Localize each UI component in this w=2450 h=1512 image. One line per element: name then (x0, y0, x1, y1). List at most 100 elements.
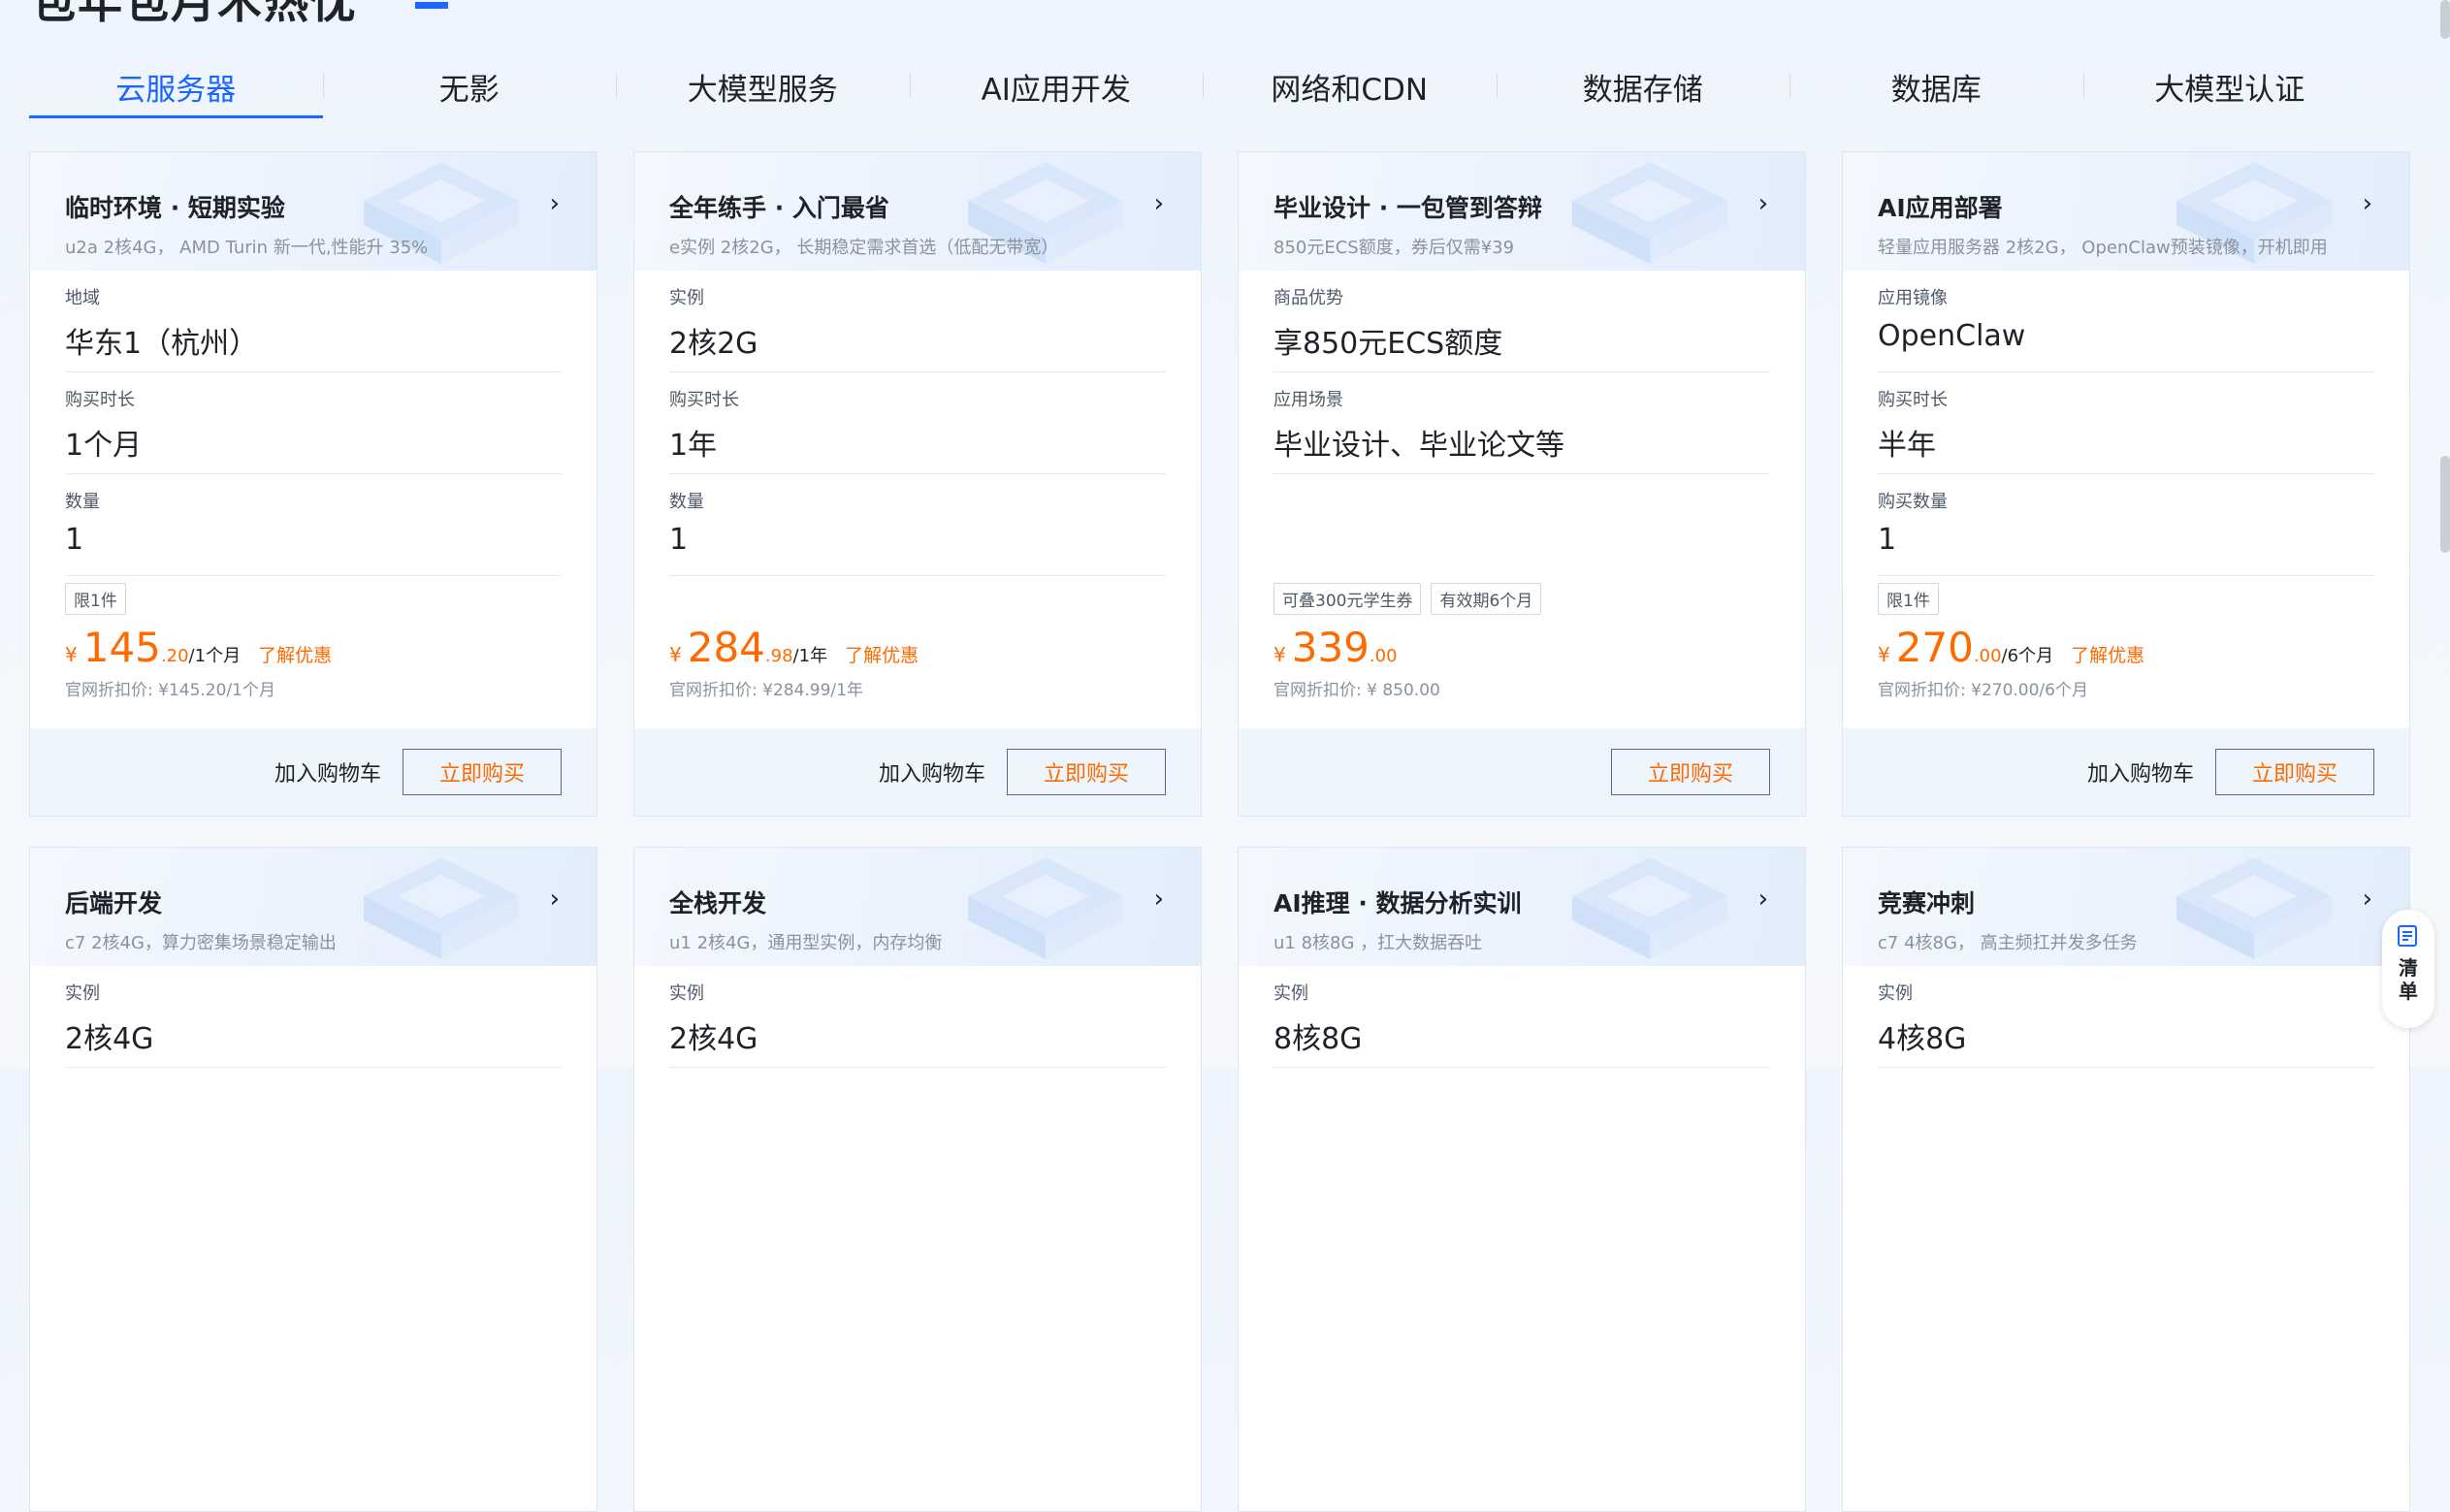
field-instance[interactable]: 实例 8核8G (1273, 966, 1770, 1068)
buy-now-button[interactable]: 立即购买 (403, 749, 562, 795)
field-instance[interactable]: 实例 4核8G (1878, 966, 2374, 1068)
price-integer: 284 (687, 624, 765, 671)
product-card: 临时环境 · 短期实验 u2a 2核4G， AMD Turin 新一代,性能升 … (29, 151, 597, 817)
field-value: 2核2G (669, 327, 758, 361)
price-currency: ¥ (65, 643, 78, 666)
discount-info-link[interactable]: 了解优惠 (845, 641, 919, 667)
list-icon (2398, 925, 2417, 947)
validity-badge: 有效期6个月 (1431, 583, 1542, 615)
chevron-right-icon[interactable]: › (1758, 189, 1768, 218)
add-to-cart-button[interactable]: 加入购物车 (274, 756, 381, 788)
card-subtitle: c7 2核4G，算力密集场景稳定输出 (65, 933, 337, 953)
add-to-cart-button[interactable]: 加入购物车 (879, 756, 985, 788)
field-quantity[interactable]: 购买数量 1 (1878, 474, 2374, 576)
card-header[interactable]: AI应用部署 轻量应用服务器 2核2G， OpenClaw预装镜像，开机即用 › (1843, 152, 2409, 271)
price: ¥ 284 .98 /1年 了解优惠 (669, 624, 919, 671)
card-subtitle: 850元ECS额度，券后仅需¥39 (1273, 238, 1515, 258)
chevron-right-icon[interactable]: › (1154, 189, 1164, 218)
field-label: 地域 (65, 288, 100, 308)
discount-info-link[interactable]: 了解优惠 (258, 641, 332, 667)
card-header[interactable]: 竞赛冲刺 c7 4核8G， 高主频扛并发多任务 › (1843, 848, 2409, 966)
price-currency: ¥ (1273, 643, 1286, 666)
discount-info-link[interactable]: 了解优惠 (2071, 641, 2144, 667)
price-integer: 339 (1291, 624, 1370, 671)
badge-row: 限1件 (65, 583, 126, 615)
price-unit: /1年 (792, 646, 828, 666)
price-decimal: .00 (1973, 646, 2002, 666)
field-value: 华东1（杭州） (65, 327, 259, 361)
price-integer: 270 (1895, 624, 1974, 671)
tab-llm-cert[interactable]: 大模型认证 (2082, 54, 2377, 118)
card-header[interactable]: 后端开发 c7 2核4G，算力密集场景稳定输出 › (30, 848, 596, 966)
chevron-right-icon[interactable]: › (550, 885, 560, 914)
field-value: 2核4G (65, 1022, 154, 1056)
product-card: 全年练手 · 入门最省 e实例 2核2G， 长期稳定需求首选（低配无带宽） › … (633, 151, 1202, 817)
chevron-right-icon[interactable]: › (2363, 189, 2372, 218)
card-title: AI应用部署 (1878, 194, 2003, 222)
field-region[interactable]: 地域华东1（杭州） (65, 271, 562, 372)
product-card: 全栈开发 u1 2核4G，通用型实例，内存均衡 › 实例 2核4G (633, 847, 1202, 1512)
field-label: 实例 (1273, 983, 1308, 1004)
buy-now-button[interactable]: 立即购买 (1007, 749, 1166, 795)
field-label: 实例 (65, 983, 100, 1004)
card-header[interactable]: 全年练手 · 入门最省 e实例 2核2G， 长期稳定需求首选（低配无带宽） › (634, 152, 1201, 271)
tab-cloud-server[interactable]: 云服务器 (29, 54, 323, 118)
card-header[interactable]: 毕业设计 · 一包管到答辩 850元ECS额度，券后仅需¥39 › (1239, 152, 1805, 271)
field-value: 4核8G (1878, 1022, 1967, 1056)
badge-row: 可叠300元学生券 有效期6个月 (1273, 583, 1542, 615)
chevron-right-icon[interactable]: › (550, 189, 560, 218)
field-app-image[interactable]: 应用镜像 OpenClaw (1878, 271, 2374, 372)
price: ¥ 145 .20 /1个月 了解优惠 (65, 624, 332, 671)
field-label: 数量 (669, 492, 704, 512)
field-duration[interactable]: 购买时长 半年 (1878, 372, 2374, 474)
field-scenario: 应用场景 毕业设计、毕业论文等 (1273, 372, 1770, 474)
buy-now-button[interactable]: 立即购买 (1611, 749, 1770, 795)
field-quantity[interactable]: 数量 1 (669, 474, 1166, 576)
field-instance[interactable]: 实例 2核4G (669, 966, 1166, 1068)
tab-wuying[interactable]: 无影 (322, 54, 617, 118)
card-subtitle: c7 4核8G， 高主频扛并发多任务 (1878, 933, 2138, 953)
product-card: 毕业设计 · 一包管到答辩 850元ECS额度，券后仅需¥39 › 商品优势 享8… (1238, 151, 1806, 817)
chevron-right-icon[interactable]: › (1154, 885, 1164, 914)
scrollbar-thumb[interactable] (2440, 456, 2450, 553)
product-card: 后端开发 c7 2核4G，算力密集场景稳定输出 › 实例 2核4G (29, 847, 597, 1512)
limit-badge: 限1件 (1878, 583, 1939, 615)
field-label: 实例 (669, 983, 704, 1004)
field-instance[interactable]: 实例 2核4G (65, 966, 562, 1068)
field-value: 8核8G (1273, 1022, 1363, 1056)
field-label: 实例 (669, 288, 704, 308)
card-title: 全栈开发 (669, 889, 767, 917)
coupon-badge: 可叠300元学生券 (1273, 583, 1422, 615)
tab-llm-service[interactable]: 大模型服务 (616, 54, 910, 118)
tab-network-cdn[interactable]: 网络和CDN (1203, 54, 1497, 118)
field-duration[interactable]: 购买时长 1年 (669, 372, 1166, 474)
card-header[interactable]: 临时环境 · 短期实验 u2a 2核4G， AMD Turin 新一代,性能升 … (30, 152, 596, 271)
card-footer: 加入购物车 立即购买 (1843, 728, 2409, 816)
buy-now-button[interactable]: 立即购买 (2215, 749, 2374, 795)
tab-ai-app-dev[interactable]: AI应用开发 (909, 54, 1204, 118)
price-unit: /6个月 (2001, 646, 2054, 666)
chevron-right-icon[interactable]: › (1758, 885, 1768, 914)
card-title: 毕业设计 · 一包管到答辩 (1273, 194, 1542, 222)
card-header[interactable]: AI推理 · 数据分析实训 u1 8核8G ，扛大数据吞吐 › (1239, 848, 1805, 966)
tab-data-storage[interactable]: 数据存储 (1496, 54, 1790, 118)
add-to-cart-button[interactable]: 加入购物车 (2087, 756, 2194, 788)
price-integer: 145 (82, 624, 161, 671)
card-subtitle: u1 2核4G，通用型实例，内存均衡 (669, 933, 943, 953)
shopping-list-label: 清单 (2399, 956, 2418, 1003)
card-title: 全年练手 · 入门最省 (669, 194, 889, 222)
field-label: 应用镜像 (1878, 288, 1948, 308)
card-title: 竞赛冲刺 (1878, 889, 1976, 917)
tab-database[interactable]: 数据库 (1789, 54, 2083, 118)
card-footer: 加入购物车 立即购买 (30, 728, 596, 816)
chevron-right-icon[interactable]: › (2363, 885, 2372, 914)
field-instance[interactable]: 实例 2核2G (669, 271, 1166, 372)
shopping-list-widget[interactable]: 清单 (2382, 910, 2434, 1028)
scrollbar-top[interactable] (2440, 0, 2450, 39)
field-duration[interactable]: 购买时长 1个月 (65, 372, 562, 474)
card-header[interactable]: 全栈开发 u1 2核4G，通用型实例，内存均衡 › (634, 848, 1201, 966)
card-footer: 加入购物车 立即购买 (634, 728, 1201, 816)
field-quantity[interactable]: 数量 1 (65, 474, 562, 576)
price-currency: ¥ (1878, 643, 1890, 666)
price: ¥ 270 .00 /6个月 了解优惠 (1878, 624, 2144, 671)
